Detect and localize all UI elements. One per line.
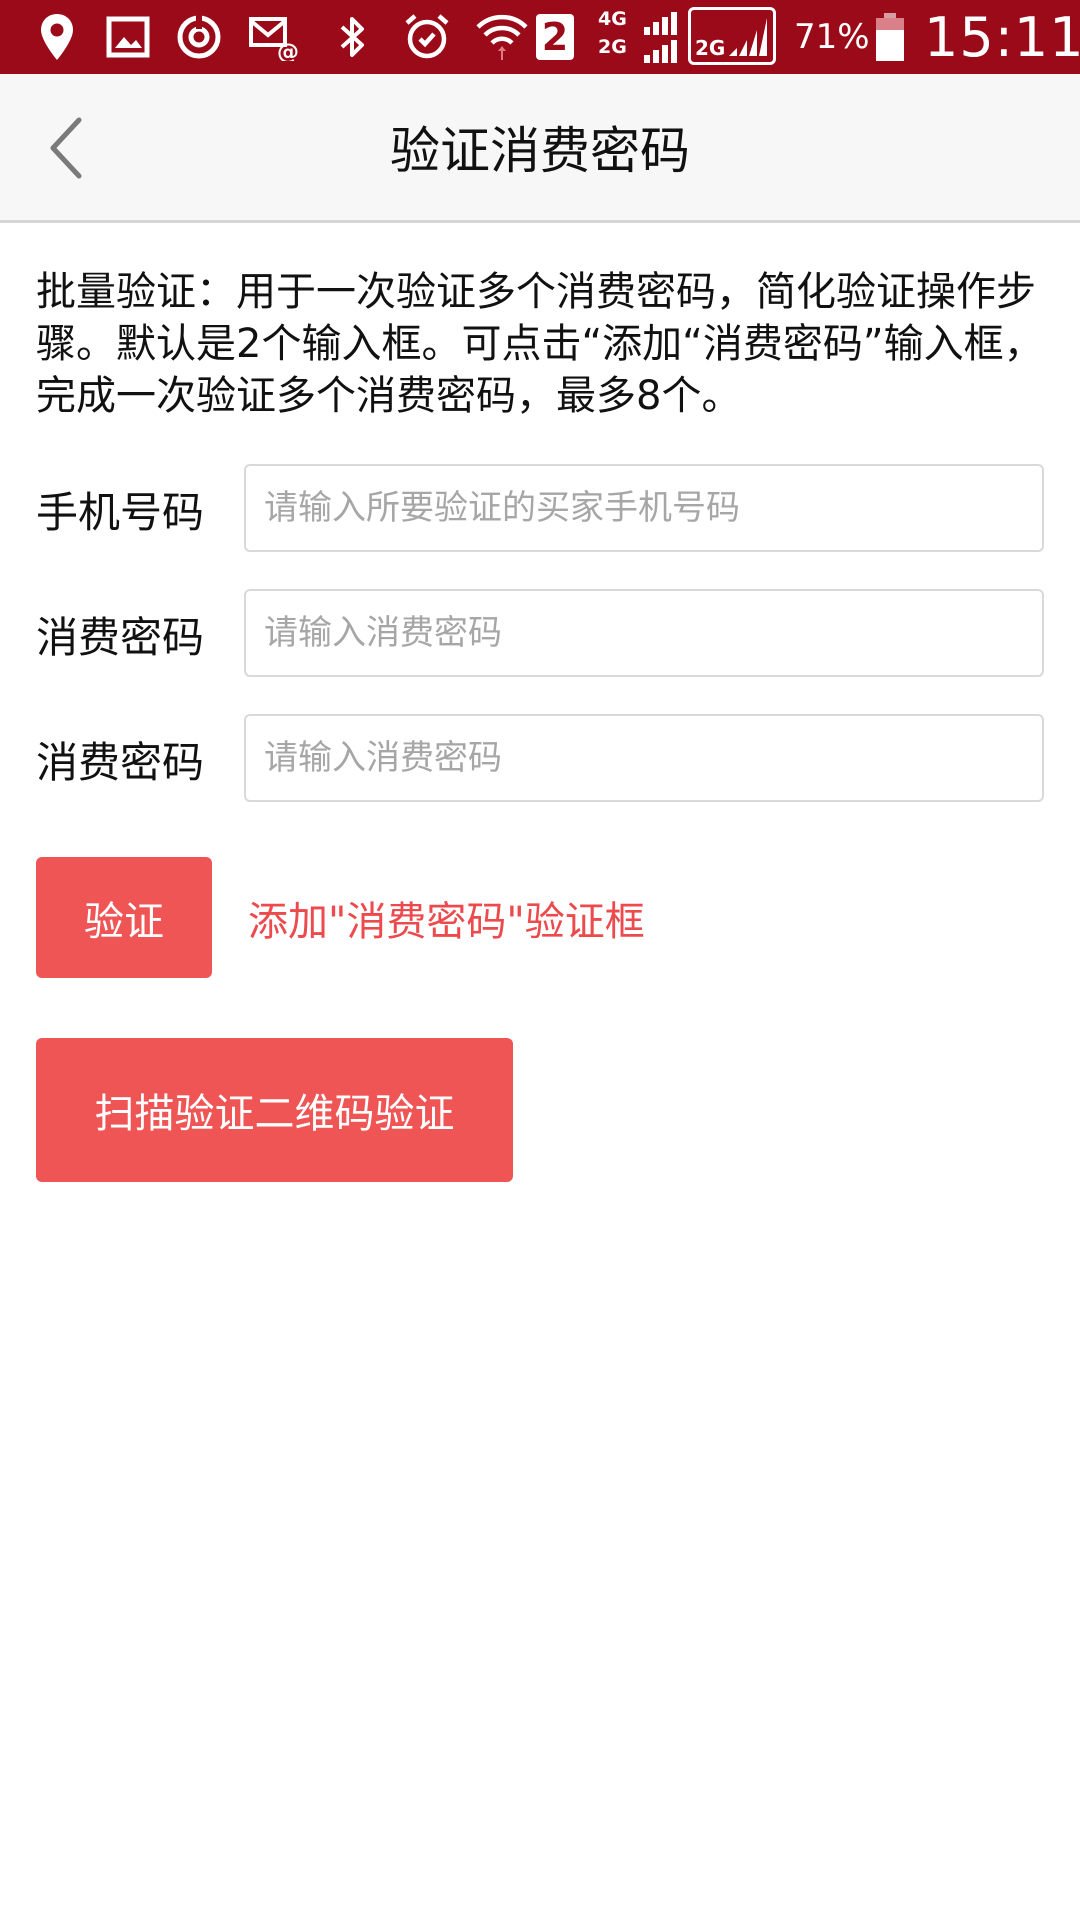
header-bar: 验证消费密码 xyxy=(0,74,1080,223)
sim-box-label: 2G xyxy=(695,36,726,60)
chevron-left-icon xyxy=(50,117,82,179)
password-label-1: 消费密码 xyxy=(36,612,205,662)
sim-2-icon: 2 xyxy=(536,14,574,60)
password-input-2[interactable] xyxy=(244,714,1044,802)
svg-text:@: @ xyxy=(277,40,299,61)
sim-2g-signal-box: 2G xyxy=(688,7,776,65)
password-row-2: 消费密码 xyxy=(36,714,1044,804)
status-bar: @ 2 4G 2G 2G 71% 15:11 xyxy=(0,0,1080,74)
battery-percent: 71% xyxy=(794,17,870,57)
network-4g-label: 4G xyxy=(598,8,627,30)
location-icon xyxy=(34,0,80,74)
verify-button[interactable]: 验证 xyxy=(36,857,212,978)
mail-at-icon: @ xyxy=(246,0,302,74)
password-row-1: 消费密码 xyxy=(36,589,1044,679)
bluetooth-icon xyxy=(332,0,372,74)
back-button[interactable] xyxy=(30,108,100,188)
alarm-icon xyxy=(402,0,452,74)
signal-icon xyxy=(640,0,684,74)
phone-label: 手机号码 xyxy=(36,487,205,537)
password-label-2: 消费密码 xyxy=(36,737,205,787)
scan-qr-verify-button[interactable]: 扫描验证二维码验证 xyxy=(36,1038,513,1182)
batch-verify-description: 批量验证：用于一次验证多个消费密码，简化验证操作步骤。默认是2个输入框。可点击“… xyxy=(36,269,1044,419)
sync-icon xyxy=(174,0,224,74)
phone-input[interactable] xyxy=(244,464,1044,552)
image-icon xyxy=(104,0,152,74)
add-password-field-link[interactable]: 添加"消费密码"验证框 xyxy=(248,857,645,978)
wifi-icon xyxy=(474,0,530,74)
password-input-1[interactable] xyxy=(244,589,1044,677)
phone-row: 手机号码 xyxy=(36,464,1044,554)
page-title: 验证消费密码 xyxy=(390,122,690,180)
battery-icon xyxy=(872,0,908,74)
clock-time: 15:11 xyxy=(924,5,1080,69)
network-2g-label: 2G xyxy=(598,36,627,58)
